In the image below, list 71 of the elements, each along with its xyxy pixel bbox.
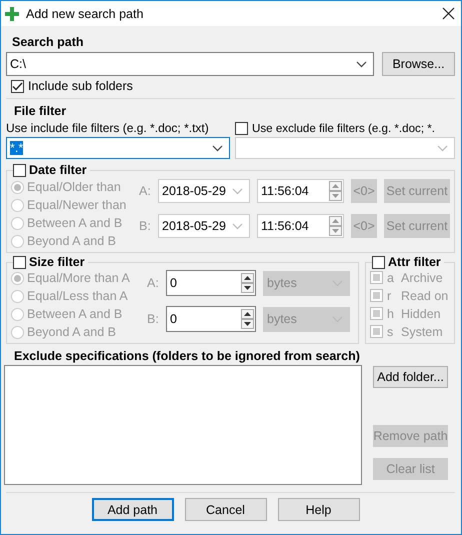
field-label: A: [147, 276, 159, 290]
close-icon[interactable] [442, 7, 455, 20]
checkbox[interactable] [13, 256, 26, 268]
radio-label: Between A and B [27, 307, 122, 321]
radio-label: Beyond A and B [27, 325, 116, 339]
radio-label: Equal/Newer than [27, 198, 126, 212]
browse-button[interactable]: Browse... [382, 52, 455, 76]
section-label: Exclude specifications (folders to be ignored from search) [14, 349, 361, 363]
checkbox[interactable] [370, 307, 383, 320]
date-combo[interactable]: 2018-05-29 [158, 214, 250, 238]
radio-label: Equal/Less than A [27, 289, 128, 303]
checkbox[interactable] [370, 271, 383, 284]
field-label: B: [139, 219, 151, 233]
checkbox-label: Read on [401, 288, 448, 302]
group-title: Date filter [29, 163, 87, 177]
checkbox[interactable] [370, 325, 383, 338]
size-field[interactable]: 0 [166, 306, 256, 332]
caret-icon [437, 144, 448, 152]
checkbox[interactable] [370, 289, 383, 302]
radio-button[interactable] [11, 198, 24, 212]
section-label: Search path [12, 35, 85, 49]
radio-button[interactable] [11, 180, 24, 194]
attr-key: s [387, 324, 397, 338]
field-label: A: [139, 184, 151, 198]
attr-key: h [387, 306, 397, 320]
checkbox[interactable] [11, 80, 24, 92]
checkbox[interactable] [13, 164, 26, 176]
section-label: File filter [14, 104, 68, 118]
radio-button[interactable] [11, 234, 24, 248]
radio-button[interactable] [11, 272, 24, 284]
radio-button[interactable] [11, 326, 24, 338]
checkbox-label: System [401, 324, 443, 338]
checkbox-label: Archive [401, 270, 443, 284]
filter-label: Use include file filters (e.g. *.doc; *.txt) [6, 121, 210, 135]
field-label: B: [147, 312, 159, 326]
window-title: Add new search path [26, 6, 144, 20]
path-combo[interactable]: C:\ [6, 52, 374, 76]
group-title: Size filter [29, 255, 85, 269]
checkbox[interactable] [235, 122, 248, 134]
size-field[interactable]: 0 [166, 270, 256, 296]
include-filter-combo[interactable]: *.* [6, 137, 230, 159]
checkbox[interactable] [372, 256, 385, 268]
group-title: Attr filter [388, 255, 441, 269]
spinner-icon[interactable] [241, 309, 254, 329]
dialog-button[interactable]: Add path [92, 498, 174, 521]
time-field[interactable]: 11:56:04 [257, 179, 344, 203]
radio-button[interactable] [11, 290, 24, 302]
spinner-icon[interactable] [241, 273, 254, 293]
radio-button[interactable] [11, 308, 24, 320]
caret-icon [356, 60, 367, 68]
list-button[interactable]: Add folder... [373, 366, 448, 388]
radio-button[interactable] [11, 216, 24, 230]
caret-icon [232, 188, 243, 194]
date-combo[interactable]: 2018-05-29 [158, 179, 250, 203]
radio-label: Equal/Older than [27, 180, 121, 194]
attr-key: a [387, 270, 397, 284]
dialog-button[interactable]: Cancel [184, 498, 266, 521]
checkbox-label: Use exclude file filters (e.g. *.doc; *. [252, 122, 436, 134]
radio-label: Between A and B [27, 216, 122, 230]
checkbox-label: Hidden [401, 306, 441, 320]
radio-label: Equal/More than A [27, 271, 130, 285]
caret-icon [212, 144, 223, 152]
time-field[interactable]: 11:56:04 [257, 214, 344, 238]
check-icon [12, 82, 23, 90]
attr-key: r [387, 288, 397, 302]
radio-label: Beyond A and B [27, 234, 116, 248]
caret-icon [232, 222, 243, 230]
exclude-list[interactable] [4, 365, 362, 485]
dialog-button[interactable]: Help [278, 498, 360, 521]
plus-icon [5, 6, 19, 20]
checkbox-label: Include sub folders [28, 79, 133, 93]
